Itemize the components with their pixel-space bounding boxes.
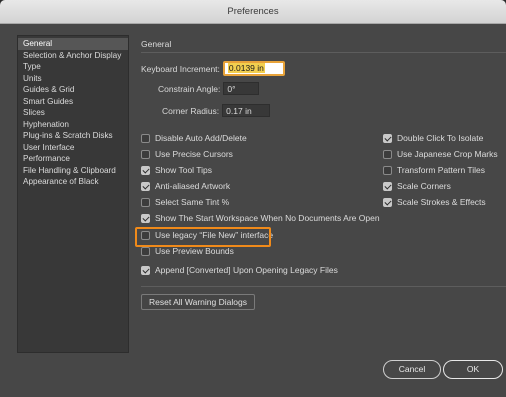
preferences-sidebar: General Selection & Anchor Display Type … (17, 35, 129, 353)
checkbox-label: Use Preview Bounds (155, 246, 234, 256)
window-title: Preferences (227, 6, 279, 17)
title-divider (141, 52, 506, 53)
checkbox-label: Use Precise Cursors (155, 149, 233, 159)
checkbox-box[interactable] (141, 197, 150, 207)
checkbox-use-preview-bounds[interactable]: Use Preview Bounds (141, 246, 234, 256)
checkbox-label: Scale Corners (397, 181, 451, 191)
keyboard-increment-label: Keyboard Increment: (141, 63, 220, 74)
checkbox-label: Double Click To Isolate (397, 133, 484, 143)
legacy-file-new-highlight (135, 227, 271, 247)
checkbox-scale-corners[interactable]: Scale Corners (383, 181, 451, 191)
preferences-dialog: General Selection & Anchor Display Type … (0, 24, 506, 397)
sidebar-item-user-interface[interactable]: User Interface (18, 142, 128, 154)
sidebar-item-smart-guides[interactable]: Smart Guides (18, 96, 128, 108)
constrain-angle-row: Constrain Angle: 0° (158, 82, 260, 95)
sidebar-item-slices[interactable]: Slices (18, 107, 128, 119)
checkbox-box-checked[interactable] (141, 165, 150, 175)
keyboard-increment-row: Keyboard Increment: 0.0139 in (141, 61, 285, 76)
keyboard-increment-input[interactable]: 0.0139 in (222, 61, 285, 76)
checkbox-box-checked[interactable] (383, 181, 392, 191)
corner-radius-label: Corner Radius: (162, 105, 220, 116)
checkbox-box[interactable] (141, 246, 150, 256)
checkbox-label: Transform Pattern Tiles (397, 165, 486, 175)
constrain-angle-label: Constrain Angle: (158, 83, 221, 94)
checkbox-use-precise-cursors[interactable]: Use Precise Cursors (141, 149, 233, 159)
sidebar-item-hyphenation[interactable]: Hyphenation (18, 119, 128, 131)
sidebar-item-type[interactable]: Type (18, 61, 128, 73)
panel-title: General (141, 39, 172, 49)
checkbox-select-same-tint[interactable]: Select Same Tint % (141, 197, 229, 207)
checkbox-label: Show The Start Workspace When No Documen… (155, 213, 380, 223)
checkbox-show-start-workspace[interactable]: Show The Start Workspace When No Documen… (141, 213, 380, 223)
checkbox-show-tool-tips[interactable]: Show Tool Tips (141, 165, 212, 175)
sidebar-item-performance[interactable]: Performance (18, 153, 128, 165)
sidebar-item-general[interactable]: General (18, 38, 128, 50)
ok-button[interactable]: OK (443, 360, 503, 379)
sidebar-item-appearance-of-black[interactable]: Appearance of Black (18, 176, 128, 188)
window-titlebar: Preferences (0, 0, 506, 24)
checkbox-label: Show Tool Tips (155, 165, 213, 175)
sidebar-item-file-handling-clipboard[interactable]: File Handling & Clipboard (18, 165, 128, 177)
corner-radius-row: Corner Radius: 0.17 in (162, 104, 271, 117)
checkbox-anti-aliased-artwork[interactable]: Anti-aliased Artwork (141, 181, 230, 191)
checkbox-append-converted[interactable]: Append [Converted] Upon Opening Legacy F… (141, 265, 338, 275)
constrain-angle-input[interactable]: 0° (223, 82, 260, 95)
section-divider (141, 286, 506, 287)
reset-warning-dialogs-button[interactable]: Reset All Warning Dialogs (141, 294, 255, 310)
checkbox-label: Anti-aliased Artwork (155, 181, 231, 191)
checkbox-double-click-to-isolate[interactable]: Double Click To Isolate (383, 133, 483, 143)
checkbox-label: Disable Auto Add/Delete (155, 133, 247, 143)
corner-radius-input[interactable]: 0.17 in (222, 104, 271, 117)
keyboard-increment-value: 0.0139 in (227, 63, 265, 73)
checkbox-label: Append [Converted] Upon Opening Legacy F… (155, 265, 338, 275)
checkbox-box-checked[interactable] (141, 265, 150, 275)
checkbox-transform-pattern-tiles[interactable]: Transform Pattern Tiles (383, 165, 485, 175)
sidebar-item-guides-grid[interactable]: Guides & Grid (18, 84, 128, 96)
checkbox-scale-strokes-effects[interactable]: Scale Strokes & Effects (383, 197, 486, 207)
checkbox-disable-auto-add-delete[interactable]: Disable Auto Add/Delete (141, 133, 247, 143)
sidebar-item-plugins-scratch-disks[interactable]: Plug-ins & Scratch Disks (18, 130, 128, 142)
checkbox-label: Select Same Tint % (155, 197, 230, 207)
checkbox-box-checked[interactable] (383, 197, 392, 207)
sidebar-item-selection-anchor-display[interactable]: Selection & Anchor Display (18, 50, 128, 62)
checkbox-box-checked[interactable] (141, 213, 150, 223)
checkbox-box[interactable] (141, 149, 150, 159)
checkbox-use-japanese-crop-marks[interactable]: Use Japanese Crop Marks (383, 149, 498, 159)
checkbox-box-checked[interactable] (141, 181, 150, 191)
checkbox-box-checked[interactable] (383, 133, 392, 143)
checkbox-box[interactable] (141, 133, 150, 143)
checkbox-label: Use Japanese Crop Marks (397, 149, 498, 159)
checkbox-box[interactable] (383, 165, 392, 175)
checkbox-box[interactable] (383, 149, 392, 159)
sidebar-item-units[interactable]: Units (18, 73, 128, 85)
cancel-button[interactable]: Cancel (383, 360, 441, 379)
checkbox-label: Scale Strokes & Effects (397, 197, 486, 207)
